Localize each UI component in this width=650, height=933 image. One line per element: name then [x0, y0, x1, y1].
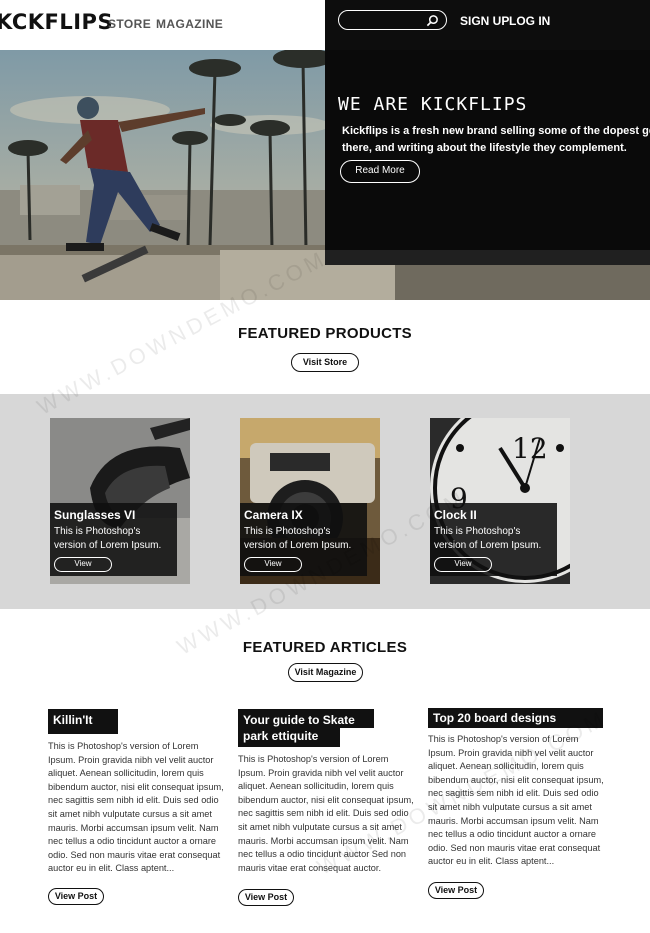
product-description: This is Photoshop's version of Lorem Ips…	[434, 526, 542, 551]
view-product-button[interactable]: View	[54, 557, 112, 572]
site-logo[interactable]: KCKFLIPS	[0, 10, 113, 34]
article-title[interactable]: Top 20 board designs	[428, 708, 603, 728]
article-body: This is Photoshop's version of Lorem Ips…	[48, 741, 224, 874]
product-description: This is Photoshop's version of Lorem Ips…	[244, 526, 352, 551]
search-icon[interactable]	[426, 14, 439, 27]
hero-title: WE ARE KICKFLIPS	[338, 94, 528, 115]
featured-products-title: FEATURED PRODUCTS	[238, 325, 412, 342]
view-post-button[interactable]: View Post	[238, 889, 294, 906]
view-post-button[interactable]: View Post	[48, 888, 104, 905]
product-description: This is Photoshop's version of Lorem Ips…	[54, 526, 162, 551]
visit-store-button[interactable]: Visit Store	[291, 353, 359, 372]
search-input[interactable]	[347, 13, 427, 27]
nav-magazine-link[interactable]: MAGAZINE	[156, 17, 223, 31]
hero-description: Kickflips is a fresh new brand selling s…	[342, 123, 650, 157]
nav-store-link[interactable]: STORE	[108, 17, 151, 31]
search-box[interactable]	[338, 10, 447, 30]
product-card[interactable]: Camera IX This is Photoshop's version of…	[240, 418, 380, 584]
read-more-button[interactable]: Read More	[340, 160, 420, 183]
hero-description-line1: Kickflips is a fresh new brand selling s…	[342, 125, 650, 137]
hero-banner: WE ARE KICKFLIPS Kickflips is a fresh ne…	[0, 50, 650, 300]
featured-articles-title: FEATURED ARTICLES	[242, 639, 408, 656]
product-name: Clock II	[434, 508, 477, 522]
product-overlay: Clock II This is Photoshop's version of …	[430, 503, 557, 576]
products-band: Sunglasses VI This is Photoshop's versio…	[0, 394, 650, 609]
product-overlay: Sunglasses VI This is Photoshop's versio…	[50, 503, 177, 576]
product-overlay: Camera IX This is Photoshop's version of…	[240, 503, 367, 576]
product-card[interactable]: Sunglasses VI This is Photoshop's versio…	[50, 418, 190, 584]
article-title-line1[interactable]: Your guide to Skate	[238, 709, 374, 728]
view-post-button[interactable]: View Post	[428, 882, 484, 899]
article-body: This is Photoshop's version of Lorem Ips…	[238, 754, 414, 873]
header-right: SIGN UP LOG IN	[325, 0, 650, 50]
view-product-button[interactable]: View	[434, 557, 492, 572]
site-header: KCKFLIPS STORE MAGAZINE SIGN UP LOG IN	[0, 0, 650, 50]
article-title-line2[interactable]: park ettiquite	[238, 728, 340, 747]
product-name: Sunglasses VI	[54, 508, 136, 522]
product-name: Camera IX	[244, 508, 303, 522]
hero-text-panel: WE ARE KICKFLIPS Kickflips is a fresh ne…	[325, 50, 650, 250]
log-in-link[interactable]: LOG IN	[509, 14, 550, 28]
hero-description-line2: there, and writing about the lifestyle t…	[342, 142, 627, 154]
sign-up-link[interactable]: SIGN UP	[460, 14, 509, 28]
view-product-button[interactable]: View	[244, 557, 302, 572]
product-card[interactable]: 12 9 Clock II This is Photoshop's versio…	[430, 418, 570, 584]
article-body: This is Photoshop's version of Lorem Ips…	[428, 734, 604, 867]
visit-magazine-button[interactable]: Visit Magazine	[288, 663, 363, 682]
header-left: KCKFLIPS STORE MAGAZINE	[0, 0, 325, 50]
svg-text:12: 12	[512, 432, 548, 465]
article-title[interactable]: Killin'It	[48, 709, 118, 734]
